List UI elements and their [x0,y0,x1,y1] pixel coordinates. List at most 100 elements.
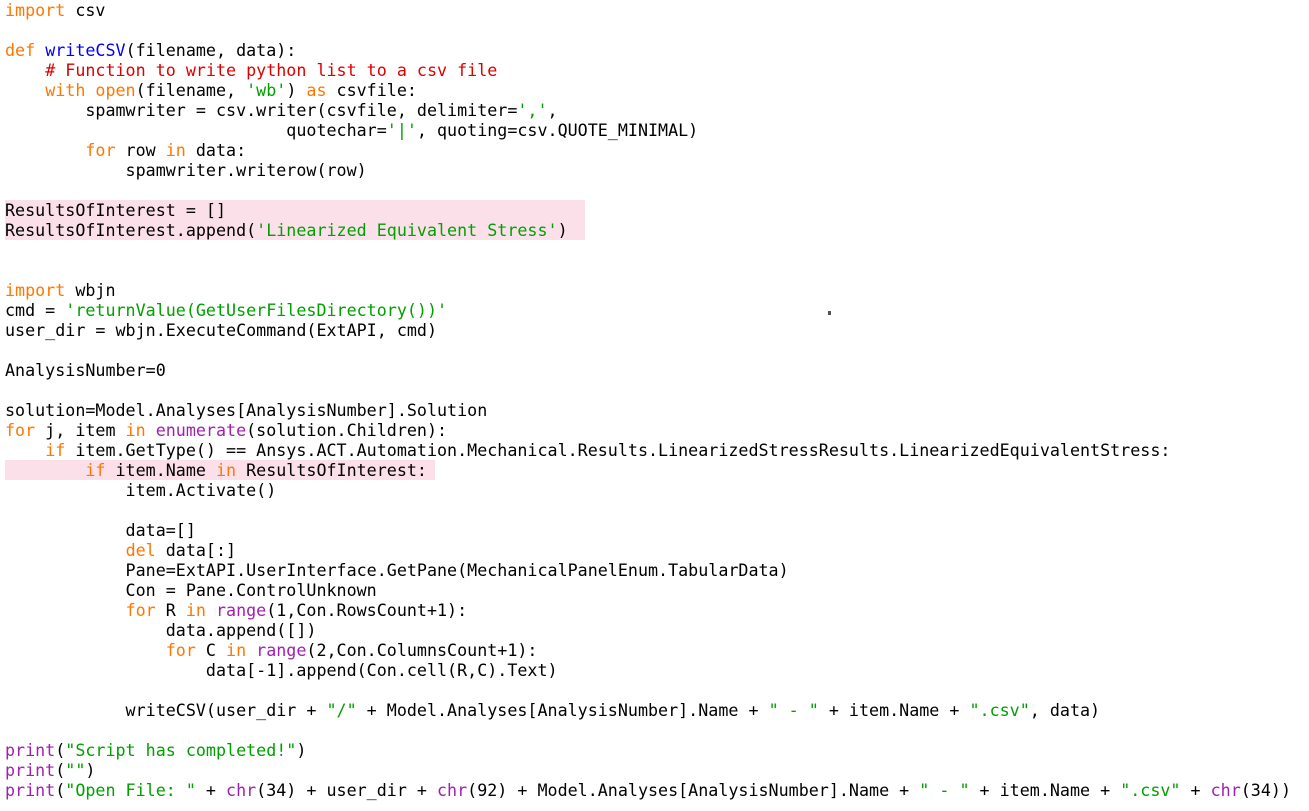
code-token-plain: quotechar= [5,120,387,140]
code-token-plain: data[-1].append(Con.cell(R,C).Text) [5,660,558,680]
code-token-string: "/" [326,700,357,720]
code-token-plain: + item.Name + [969,780,1121,800]
code-token-plain: j, item [35,420,126,440]
code-token-plain: + [195,780,227,800]
code-token-comment: # Function to write python list to a csv… [45,60,498,80]
highlighted-code-span: ResultsOfInterest.append('Linearized Equ… [5,220,585,240]
code-token-keyword: with [45,80,86,100]
code-token-keyword: for [165,640,196,660]
code-token-plain: data.append([]) [5,620,317,640]
code-line: # Function to write python list to a csv… [0,60,1309,80]
code-token-plain: C [195,640,227,660]
code-token-string: ".csv" [1120,780,1181,800]
code-token-plain: ) [296,740,307,760]
code-token-plain: (filename, data): [125,40,297,60]
code-token-def: def [5,40,36,60]
code-line: del data[:] [0,540,1309,560]
code-token-string: '|' [386,120,417,140]
code-token-plain: Pane=ExtAPI.UserInterface.GetPane(Mechan… [5,560,789,580]
code-token-plain: solution=Model.Analyses[AnalysisNumber].… [5,400,488,420]
highlighted-code-span: if item.Name in ResultsOfInterest: [5,460,435,480]
code-token-string: "Open File: " [65,780,196,800]
code-token-string: ',' [517,100,548,120]
code-token-keyword: import [5,0,66,20]
code-token-plain: wbjn [65,280,116,300]
code-token-string: "Script has completed!" [65,740,297,760]
code-token-plain: ResultsOfInterest.append( [5,220,257,240]
code-token-plain: ) [557,220,568,240]
code-line: writeCSV(user_dir + "/" + Model.Analyses… [0,700,1309,720]
code-token-plain: (1,Con.RowsCount+1): [266,600,468,620]
code-token-keyword: if [45,440,66,460]
code-token-plain: , quoting=csv.QUOTE_MINIMAL) [416,120,699,140]
code-token-plain: item.GetType() == Ansys.ACT.Automation.M… [65,440,1171,460]
code-token-keyword: in [215,460,237,480]
code-token-plain: writeCSV(user_dir + [5,700,327,720]
code-token-plain: user_dir = wbjn.ExecuteCommand(ExtAPI, c… [5,320,438,340]
code-token-plain: csv [65,0,106,20]
code-line: def writeCSV(filename, data): [0,40,1309,60]
code-token-keyword: open [95,80,136,100]
code-token-plain: ( [55,740,66,760]
code-token-plain: item.Activate() [5,480,277,500]
code-token-plain: cmd = [5,300,66,320]
code-line: with open(filename, 'wb') as csvfile: [0,80,1309,100]
code-token-plain: data[:] [155,540,237,560]
code-token-keyword: del [125,540,156,560]
code-token-plain: spamwriter = csv.writer(csvfile, delimit… [5,100,518,120]
code-token-builtin: chr [437,780,468,800]
code-line: user_dir = wbjn.ExecuteCommand(ExtAPI, c… [0,320,1309,340]
code-token-plain: data=[] [5,520,196,540]
code-line: print("Open File: " + chr(34) + user_dir… [0,780,1309,800]
code-line: AnalysisNumber=0 [0,360,1309,380]
code-line: Pane=ExtAPI.UserInterface.GetPane(Mechan… [0,560,1309,580]
code-token-keyword: if [85,460,106,480]
code-token-plain: R [155,600,186,620]
code-token-plain: + item.Name + [818,700,970,720]
code-token-plain: spamwriter.writerow(row) [5,160,367,180]
stray-pixel-artifact [828,311,831,315]
code-token-string: " - " [768,700,819,720]
code-line: if item.GetType() == Ansys.ACT.Automatio… [0,440,1309,460]
code-line: print("") [0,760,1309,780]
code-token-builtin: enumerate [155,420,247,440]
code-line: ResultsOfInterest.append('Linearized Equ… [0,220,1309,240]
code-token-plain: csvfile: [326,80,417,100]
code-token-plain: (34) + user_dir + [256,780,438,800]
code-line: if item.Name in ResultsOfInterest: [0,460,1309,480]
code-line: quotechar='|', quoting=csv.QUOTE_MINIMAL… [0,120,1309,140]
code-line: Con = Pane.ControlUnknown [0,580,1309,600]
code-line: solution=Model.Analyses[AnalysisNumber].… [0,400,1309,420]
code-token-plain: , [547,100,558,120]
code-listing[interactable]: import csv def writeCSV(filename, data):… [0,0,1309,811]
code-token-string: 'Linearized Equivalent Stress' [256,220,558,240]
code-token-keyword: for [85,140,116,160]
code-line: data.append([]) [0,620,1309,640]
code-token-plain: (solution.Children): [246,420,448,440]
code-line: print("Script has completed!") [0,740,1309,760]
code-token-keyword: in [125,420,146,440]
code-token-builtin: range [256,640,307,660]
code-token-string: 'returnValue(GetUserFilesDirectory())' [65,300,448,320]
code-line: spamwriter = csv.writer(csvfile, delimit… [0,100,1309,120]
code-token-builtin: range [215,600,267,620]
code-token-plain: + Model.Analyses[AnalysisNumber].Name + [356,700,769,720]
code-token-plain: (filename, [135,80,247,100]
code-token-keyword: import [5,280,66,300]
code-token-string: " - " [919,780,970,800]
code-line: spamwriter.writerow(row) [0,160,1309,180]
code-token-plain: (34)) [1240,780,1291,800]
